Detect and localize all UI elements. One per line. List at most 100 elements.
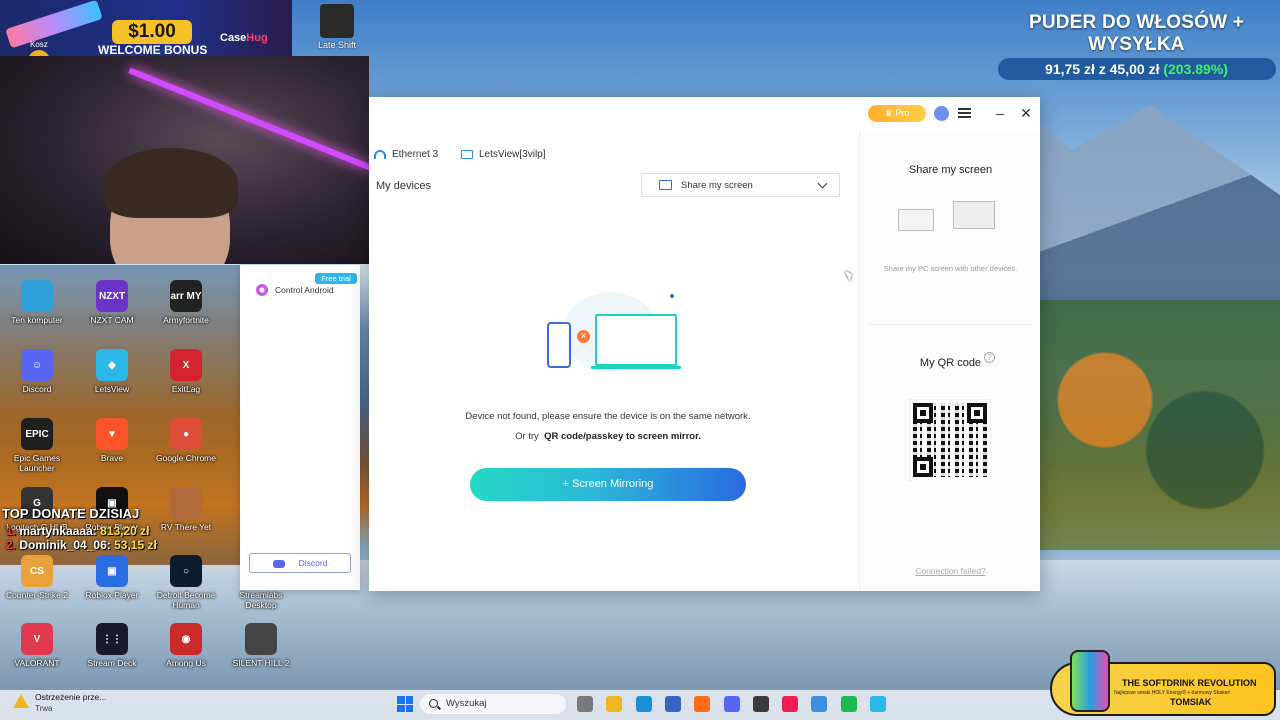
my-devices-heading: My devices	[376, 180, 432, 192]
promo-z: z	[1098, 61, 1106, 77]
chrome-icon: ●	[170, 418, 202, 450]
desktop-icon-nzxt-cam[interactable]: NZXT NZXT CAM	[76, 280, 148, 326]
late-shift-label: Late Shift	[318, 40, 357, 50]
desktop-icon-army[interactable]: arr MY Armyfortnite	[150, 280, 222, 326]
user-avatar-icon[interactable]	[934, 106, 949, 121]
desktop-icon-chrome[interactable]: ● Google Chrome	[150, 418, 222, 464]
roblox-player-icon: ▣	[96, 555, 128, 587]
share-my-screen-dropdown[interactable]: Share my screen	[641, 173, 840, 197]
desktop-icon-counter-strike[interactable]: CS Counter-Strike 2	[1, 555, 73, 601]
letsview-taskbar-icon[interactable]	[870, 696, 886, 712]
desktop-icon-discord[interactable]: ☺ Discord	[1, 349, 73, 395]
letsview-side-panel: Free trial Control Android Discord	[240, 265, 360, 590]
network-letsview[interactable]: LetsView[3vilp]	[461, 149, 546, 160]
task-view-icon[interactable]	[577, 696, 593, 712]
promo-price: 91,75 zł	[1045, 61, 1095, 77]
desktop-icon-brave[interactable]: ▼ Brave	[76, 418, 148, 464]
tiktok-icon[interactable]	[782, 696, 799, 712]
file-explorer-icon[interactable]	[606, 696, 623, 712]
banner-brand-prefix: Case	[220, 32, 247, 44]
promo-percent: (203.89%)	[1163, 61, 1228, 77]
desktop-icon-label: Stream Deck	[87, 658, 137, 668]
desktop-icon-label: RV There Yet	[160, 522, 212, 532]
screen-mirroring-button[interactable]: + Screen Mirroring	[470, 468, 746, 501]
desktop-icon-label: Counter-Strike 2	[6, 590, 68, 600]
desktop-icon-valorant[interactable]: V VALORANT	[1, 623, 73, 669]
donate-heading: TOP DONATE DZISIAJ	[2, 506, 140, 521]
desktop-icon-computer[interactable]: Ten komputer	[1, 280, 73, 326]
warning-sub: Trwa	[35, 704, 53, 713]
desktop-icon-label: Discord	[22, 384, 52, 394]
softdrink-code: TOMSIAK	[1170, 697, 1212, 707]
promo-price-bar: 91,75 zł z 45,00 zł (203.89%)	[997, 58, 1276, 80]
control-android-item[interactable]: Control Android	[256, 284, 334, 296]
close-button[interactable]: ✕	[1016, 103, 1036, 123]
letsview-window: ♛ Pro – ✕ Ethernet 3 LetsView[3vilp] My …	[369, 97, 1040, 591]
donate-rank: 1.	[6, 524, 17, 538]
laptop-icon	[595, 314, 677, 366]
computer-icon	[21, 280, 53, 312]
control-android-label: Control Android	[275, 285, 334, 295]
donate-row: 1. martynkaaaa: 813,20 zł	[6, 524, 149, 538]
dot-icon	[670, 294, 674, 298]
donate-rank: 2.	[6, 538, 17, 552]
desktop-icon-epic-games[interactable]: EPIC Epic Games Launcher	[1, 418, 73, 474]
warning-notification[interactable]: Ostrzeżenie prze... Trwa	[13, 692, 106, 714]
pro-button[interactable]: ♛ Pro	[868, 105, 926, 122]
donate-name: martynkaaaa:	[19, 524, 97, 538]
control-android-icon	[256, 284, 268, 296]
banner-amount: $1.00	[112, 20, 192, 44]
desktop-icon-stream-deck[interactable]: ⋮⋮ Stream Deck	[76, 623, 148, 669]
windows-start-icon[interactable]	[397, 696, 413, 712]
epic-games-icon: EPIC	[21, 418, 53, 450]
warning-text: Ostrzeżenie prze... Trwa	[35, 692, 106, 714]
promo-old-price: 45,00 zł	[1109, 61, 1160, 77]
spotify-icon[interactable]	[840, 696, 857, 712]
qr-finder	[913, 457, 933, 477]
desktop-icon-label: SILENT HILL 2	[232, 658, 290, 668]
or-try-text: Or try QR code/passkey to screen mirror.	[369, 431, 847, 442]
qr-passkey-link[interactable]: QR code/passkey to screen mirror.	[544, 431, 701, 442]
menu-icon[interactable]	[958, 108, 971, 118]
banner-brand: CaseHug	[220, 32, 268, 44]
discord-button[interactable]: Discord	[249, 553, 351, 573]
share-screen-illustration[interactable]	[898, 201, 998, 237]
firefox-icon[interactable]	[694, 696, 711, 712]
counter-strike-icon: CS	[21, 555, 53, 587]
qr-finder	[967, 403, 987, 423]
desktop-icon-exitlag[interactable]: X ExitLag	[150, 349, 222, 395]
desktop-icon-roblox-player[interactable]: ▣ Roblox Player	[76, 555, 148, 601]
desktop-icon-silent-hill[interactable]: SILENT HILL 2	[225, 623, 297, 669]
valorant-icon: V	[21, 623, 53, 655]
donate-row: 2. Dominik_04_06: 53,15 zł	[6, 538, 157, 552]
wallpaper-forest	[1030, 300, 1280, 550]
store-icon[interactable]	[664, 696, 681, 712]
desktop-icon-detroit[interactable]: ○ Detroit Become Human	[150, 555, 222, 611]
minimize-button[interactable]: –	[990, 103, 1010, 123]
desktop-icon-label: Among Us	[166, 658, 206, 668]
recycle-bin-label: Kosz	[30, 40, 48, 49]
share-my-screen-title: Share my screen	[908, 164, 993, 176]
network-label: LetsView[3vilp]	[479, 149, 546, 160]
desktop-icon-label: ExitLag	[171, 384, 201, 394]
network-ethernet[interactable]: Ethernet 3	[374, 149, 438, 160]
army-icon: arr MY	[170, 280, 202, 312]
discord-taskbar-icon[interactable]	[723, 696, 740, 712]
taskbar-search-input[interactable]: Wyszukaj	[419, 693, 567, 715]
desktop-icon-among-us[interactable]: ◉ Among Us	[150, 623, 222, 669]
discord-button-label: Discord	[298, 558, 328, 568]
monitor-icon	[659, 180, 672, 190]
divider	[868, 324, 1033, 325]
late-shift-icon[interactable]	[320, 4, 354, 38]
desktop-icon-rv-there-yet[interactable]: RV There Yet	[150, 487, 222, 533]
desktop-icon-letsview[interactable]: ◆ LetsView	[76, 349, 148, 395]
connection-failed-link[interactable]: Connection failed?	[860, 566, 1041, 576]
edge-icon[interactable]	[635, 696, 652, 712]
desktop-icon-label: Streamlabs Desktop	[239, 590, 283, 610]
no-device-illustration: ×	[533, 292, 683, 377]
help-icon[interactable]: ?	[984, 352, 995, 363]
obs-icon[interactable]	[752, 696, 769, 712]
notepad-icon[interactable]	[811, 696, 828, 712]
detroit-icon: ○	[170, 555, 202, 587]
desktop-icon-label: Detroit Become Human	[156, 590, 216, 610]
